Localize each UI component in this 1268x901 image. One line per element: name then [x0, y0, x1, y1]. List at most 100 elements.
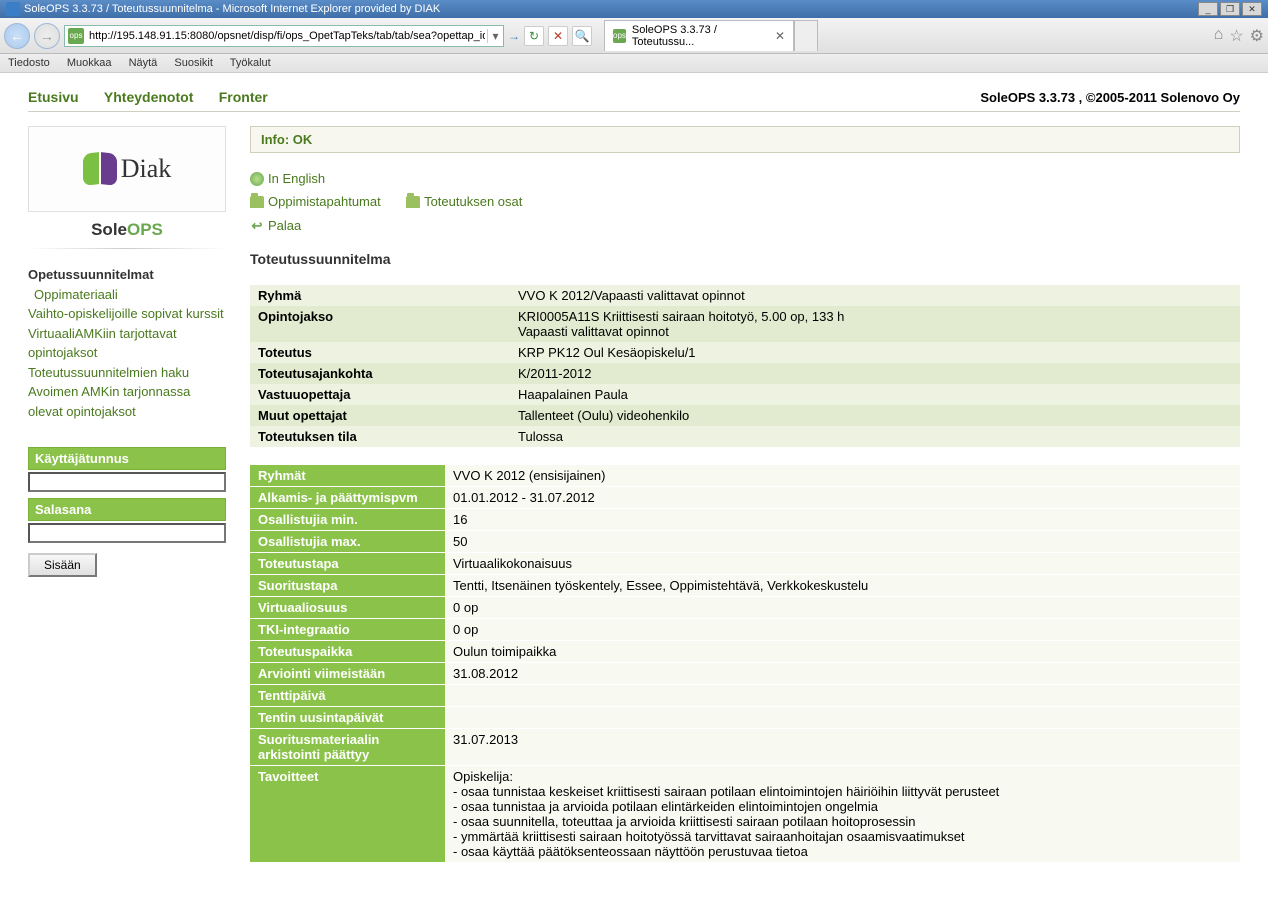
row-label: Virtuaaliosuus: [250, 597, 445, 619]
row-value: Tulossa: [510, 426, 1240, 447]
site-icon: ops: [68, 28, 84, 44]
sidebar-item-avoinamkin[interactable]: Avoimen AMKin tarjonnassa olevat opintoj…: [28, 382, 226, 421]
menu-item[interactable]: Muokkaa: [67, 57, 112, 69]
menu-item[interactable]: Työkalut: [230, 57, 271, 69]
window-title: SoleOPS 3.3.73 / Toteutussuunnitelma - M…: [24, 3, 1198, 15]
row-value: Oulun toimipaikka: [445, 641, 1240, 663]
row-label: Toteutusajankohta: [250, 363, 510, 384]
row-value: KRI0005A11S Kriittisesti sairaan hoitoty…: [510, 306, 1240, 342]
stop-button[interactable]: ✕: [548, 26, 568, 46]
action-palaa[interactable]: ↩ Palaa: [250, 214, 301, 237]
home-icon[interactable]: ⌂: [1214, 26, 1224, 46]
sidebar-item-opetussuunnitelmat[interactable]: Opetussuunnitelmat: [28, 265, 226, 285]
tools-icon[interactable]: ⚙: [1250, 26, 1264, 46]
row-value: 31.08.2012: [445, 663, 1240, 685]
table-row: SuoritustapaTentti, Itsenäinen työskente…: [250, 575, 1240, 597]
table-row: Osallistujia min.16: [250, 509, 1240, 531]
row-value: KRP PK12 Oul Kesäopiskelu/1: [510, 342, 1240, 363]
minimize-button[interactable]: _: [1198, 2, 1218, 16]
menu-item[interactable]: Näytä: [129, 57, 158, 69]
row-label: Arviointi viimeistään: [250, 663, 445, 685]
language-link[interactable]: In English: [250, 167, 325, 190]
sidebar-item-virtuaaliamk[interactable]: VirtuaaliAMKiin tarjottavat opintojaksot: [28, 324, 226, 363]
row-label: Toteutus: [250, 342, 510, 363]
row-value: 31.07.2013: [445, 729, 1240, 766]
url-dropdown-icon[interactable]: ▾: [487, 29, 503, 43]
action-toteutuksen-osat[interactable]: Toteutuksen osat: [406, 190, 522, 213]
table-row: RyhmäVVO K 2012/Vapaasti valittavat opin…: [250, 285, 1240, 306]
table-row: Suoritusmateriaalin arkistointi päättyy3…: [250, 729, 1240, 766]
row-label: Toteutustapa: [250, 553, 445, 575]
browser-tab[interactable]: ops SoleOPS 3.3.73 / Toteutussu... ✕: [604, 20, 794, 51]
table-row: TavoitteetOpiskelija: - osaa tunnistaa k…: [250, 766, 1240, 863]
action-oppimistapahtumat[interactable]: Oppimistapahtumat: [250, 190, 381, 213]
row-value: VVO K 2012/Vapaasti valittavat opinnot: [510, 285, 1240, 306]
row-value: Opiskelija: - osaa tunnistaa keskeiset k…: [445, 766, 1240, 863]
table-row: Muut opettajatTallenteet (Oulu) videohen…: [250, 405, 1240, 426]
info-message: Info: OK: [250, 126, 1240, 153]
row-value: [445, 707, 1240, 729]
row-label: Vastuuopettaja: [250, 384, 510, 405]
sidebar-item-toteutushaku[interactable]: Toteutussuunnitelmien haku: [28, 363, 226, 383]
row-label: Ryhmät: [250, 465, 445, 487]
sidebar-item-oppimateriaali[interactable]: Oppimateriaali: [28, 285, 226, 305]
globe-icon: [250, 172, 264, 186]
row-value: Virtuaalikokonaisuus: [445, 553, 1240, 575]
table-row: Arviointi viimeistään31.08.2012: [250, 663, 1240, 685]
tab-close-icon[interactable]: ✕: [775, 29, 785, 43]
course-detail-table: RyhmätVVO K 2012 (ensisijainen)Alkamis- …: [250, 465, 1240, 863]
table-row: Tentin uusintapäivät: [250, 707, 1240, 729]
menu-item[interactable]: Suosikit: [174, 57, 213, 69]
course-summary-table: RyhmäVVO K 2012/Vapaasti valittavat opin…: [250, 285, 1240, 447]
action-label: Toteutuksen osat: [424, 190, 522, 213]
menu-item[interactable]: Tiedosto: [8, 57, 50, 69]
row-value: 0 op: [445, 597, 1240, 619]
close-window-button[interactable]: ✕: [1242, 2, 1262, 16]
app-name: SoleOPS: [28, 220, 226, 240]
row-label: Suoritustapa: [250, 575, 445, 597]
go-button[interactable]: →: [508, 29, 520, 43]
password-label: Salasana: [28, 498, 226, 521]
restore-button[interactable]: ❐: [1220, 2, 1240, 16]
action-label: Oppimistapahtumat: [268, 190, 381, 213]
page-title: Toteutussuunnitelma: [250, 251, 1240, 267]
url-input[interactable]: [87, 28, 487, 44]
topnav-fronter[interactable]: Fronter: [219, 89, 268, 105]
row-label: Alkamis- ja päättymispvm: [250, 487, 445, 509]
action-label: Palaa: [268, 214, 301, 237]
back-button[interactable]: ←: [4, 23, 30, 49]
row-value: Tentti, Itsenäinen työskentely, Essee, O…: [445, 575, 1240, 597]
refresh-button[interactable]: ↻: [524, 26, 544, 46]
username-input[interactable]: [28, 472, 226, 492]
logo-text: Diak: [121, 154, 172, 184]
search-button[interactable]: 🔍: [572, 26, 592, 46]
language-label: In English: [268, 167, 325, 190]
new-tab-button[interactable]: [794, 20, 818, 51]
sidebar-item-vaihto[interactable]: Vaihto-opiskelijoille sopivat kurssit: [28, 304, 226, 324]
forward-button[interactable]: →: [34, 23, 60, 49]
login-button[interactable]: Sisään: [28, 553, 97, 577]
table-row: Virtuaaliosuus0 op: [250, 597, 1240, 619]
row-label: Opintojakso: [250, 306, 510, 342]
password-input[interactable]: [28, 523, 226, 543]
window-titlebar: SoleOPS 3.3.73 / Toteutussuunnitelma - M…: [0, 0, 1268, 18]
row-label: Toteutuksen tila: [250, 426, 510, 447]
table-row: OpintojaksoKRI0005A11S Kriittisesti sair…: [250, 306, 1240, 342]
address-bar[interactable]: ops ▾: [64, 25, 504, 47]
row-value: Tallenteet (Oulu) videohenkilo: [510, 405, 1240, 426]
row-label: Suoritusmateriaalin arkistointi päättyy: [250, 729, 445, 766]
row-value: 50: [445, 531, 1240, 553]
row-label: TKI-integraatio: [250, 619, 445, 641]
browser-navbar: ← → ops ▾ → ↻ ✕ 🔍 ops SoleOPS 3.3.73 / T…: [0, 18, 1268, 54]
row-value: VVO K 2012 (ensisijainen): [445, 465, 1240, 487]
topnav-yhteydenotot[interactable]: Yhteydenotot: [104, 89, 193, 105]
diak-logo-icon: [83, 149, 117, 189]
table-row: Tenttipäivä: [250, 685, 1240, 707]
topnav-etusivu[interactable]: Etusivu: [28, 89, 79, 105]
row-label: Tenttipäivä: [250, 685, 445, 707]
tab-favicon: ops: [613, 29, 626, 43]
row-label: Ryhmä: [250, 285, 510, 306]
favorites-icon[interactable]: ☆: [1229, 26, 1243, 46]
table-row: Alkamis- ja päättymispvm01.01.2012 - 31.…: [250, 487, 1240, 509]
tab-title: SoleOPS 3.3.73 / Toteutussu...: [632, 24, 769, 48]
